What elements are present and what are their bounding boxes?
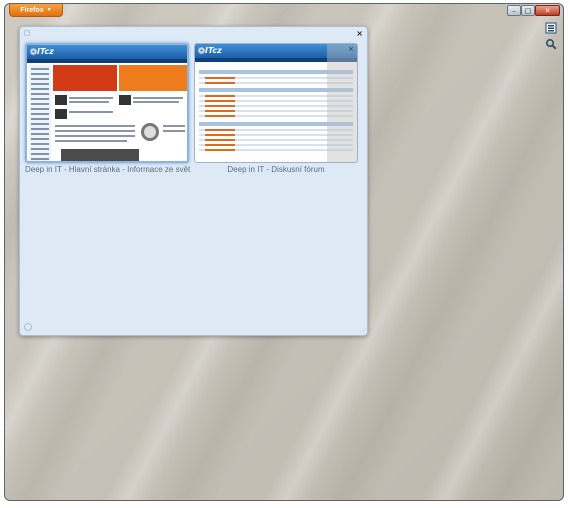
search-icon[interactable] <box>545 38 557 50</box>
thumb-text-line <box>133 101 179 103</box>
thumb-image <box>119 95 131 105</box>
minimize-icon: – <box>512 6 516 15</box>
thumb-hero-red <box>53 65 117 91</box>
thumb-nav-bar <box>27 59 187 63</box>
browser-window: Firefox ▼ – □ ✕ × ITcz Deep in IT - Hlav… <box>4 3 564 501</box>
firefox-menu-button[interactable]: Firefox ▼ <box>9 4 63 17</box>
thumb-text-line <box>163 130 185 132</box>
firefox-menu-label: Firefox <box>20 6 44 14</box>
thumb-text-line <box>55 125 135 127</box>
thumb-text-line <box>69 111 113 113</box>
tab-favicon-icon <box>197 46 206 55</box>
thumb-image <box>55 109 67 119</box>
thumb-text-line <box>163 125 185 127</box>
tab-thumbnail[interactable]: ITcz <box>25 43 189 163</box>
thumb-sidebar <box>29 65 51 161</box>
thumb-text-line <box>133 97 183 99</box>
group-title-icon[interactable] <box>24 30 30 36</box>
panorama-toolbar <box>545 22 559 54</box>
maximize-icon: □ <box>524 6 532 15</box>
tab-favicon-icon <box>29 47 38 56</box>
close-tab-icon[interactable]: × <box>348 45 354 53</box>
close-window-button[interactable]: ✕ <box>535 5 560 16</box>
tab-item-diskusni-forum[interactable]: × ITcz Deep in IT - Diskusní fórum <box>194 43 358 177</box>
resize-grip-icon[interactable]: ⋰ <box>360 327 366 334</box>
thumb-image <box>55 95 67 105</box>
thumb-photo-strip <box>61 149 139 161</box>
minimize-button[interactable]: – <box>507 5 521 16</box>
thumb-site-logo: ITcz <box>37 47 54 56</box>
tab-thumbnail[interactable]: × ITcz <box>194 43 358 163</box>
thumb-site-logo: ITcz <box>205 46 222 55</box>
title-bar: Firefox ▼ – □ ✕ <box>5 4 563 20</box>
thumb-hero-orange <box>119 65 187 91</box>
thumb-text-line <box>55 130 135 132</box>
thumb-text-line <box>55 135 135 137</box>
tab-title: Deep in IT - Diskusní fórum <box>227 165 325 174</box>
maximize-button[interactable]: □ <box>521 5 535 16</box>
tab-title: Deep in IT - Hlavní stránka - Informace … <box>25 165 191 174</box>
thumb-badge-icon <box>141 123 159 141</box>
thumb-text-line <box>69 101 109 103</box>
thumb-text-line <box>55 140 127 142</box>
close-group-button[interactable]: × <box>356 29 363 38</box>
thumb-text-line <box>69 97 113 99</box>
chevron-down-icon: ▼ <box>46 7 52 13</box>
tab-group[interactable]: × ITcz Deep in IT - Hlavní stránka - Inf… <box>19 26 368 336</box>
close-icon: ✕ <box>544 6 551 15</box>
thumb-page-margin <box>327 44 357 162</box>
new-tab-button[interactable] <box>24 323 32 331</box>
tab-item-hlavni-stranka[interactable]: ITcz Deep in IT - Hlavní stránka - Infor… <box>25 43 191 177</box>
thumb-site-header: ITcz <box>27 45 187 59</box>
panorama-icon[interactable] <box>545 22 557 34</box>
